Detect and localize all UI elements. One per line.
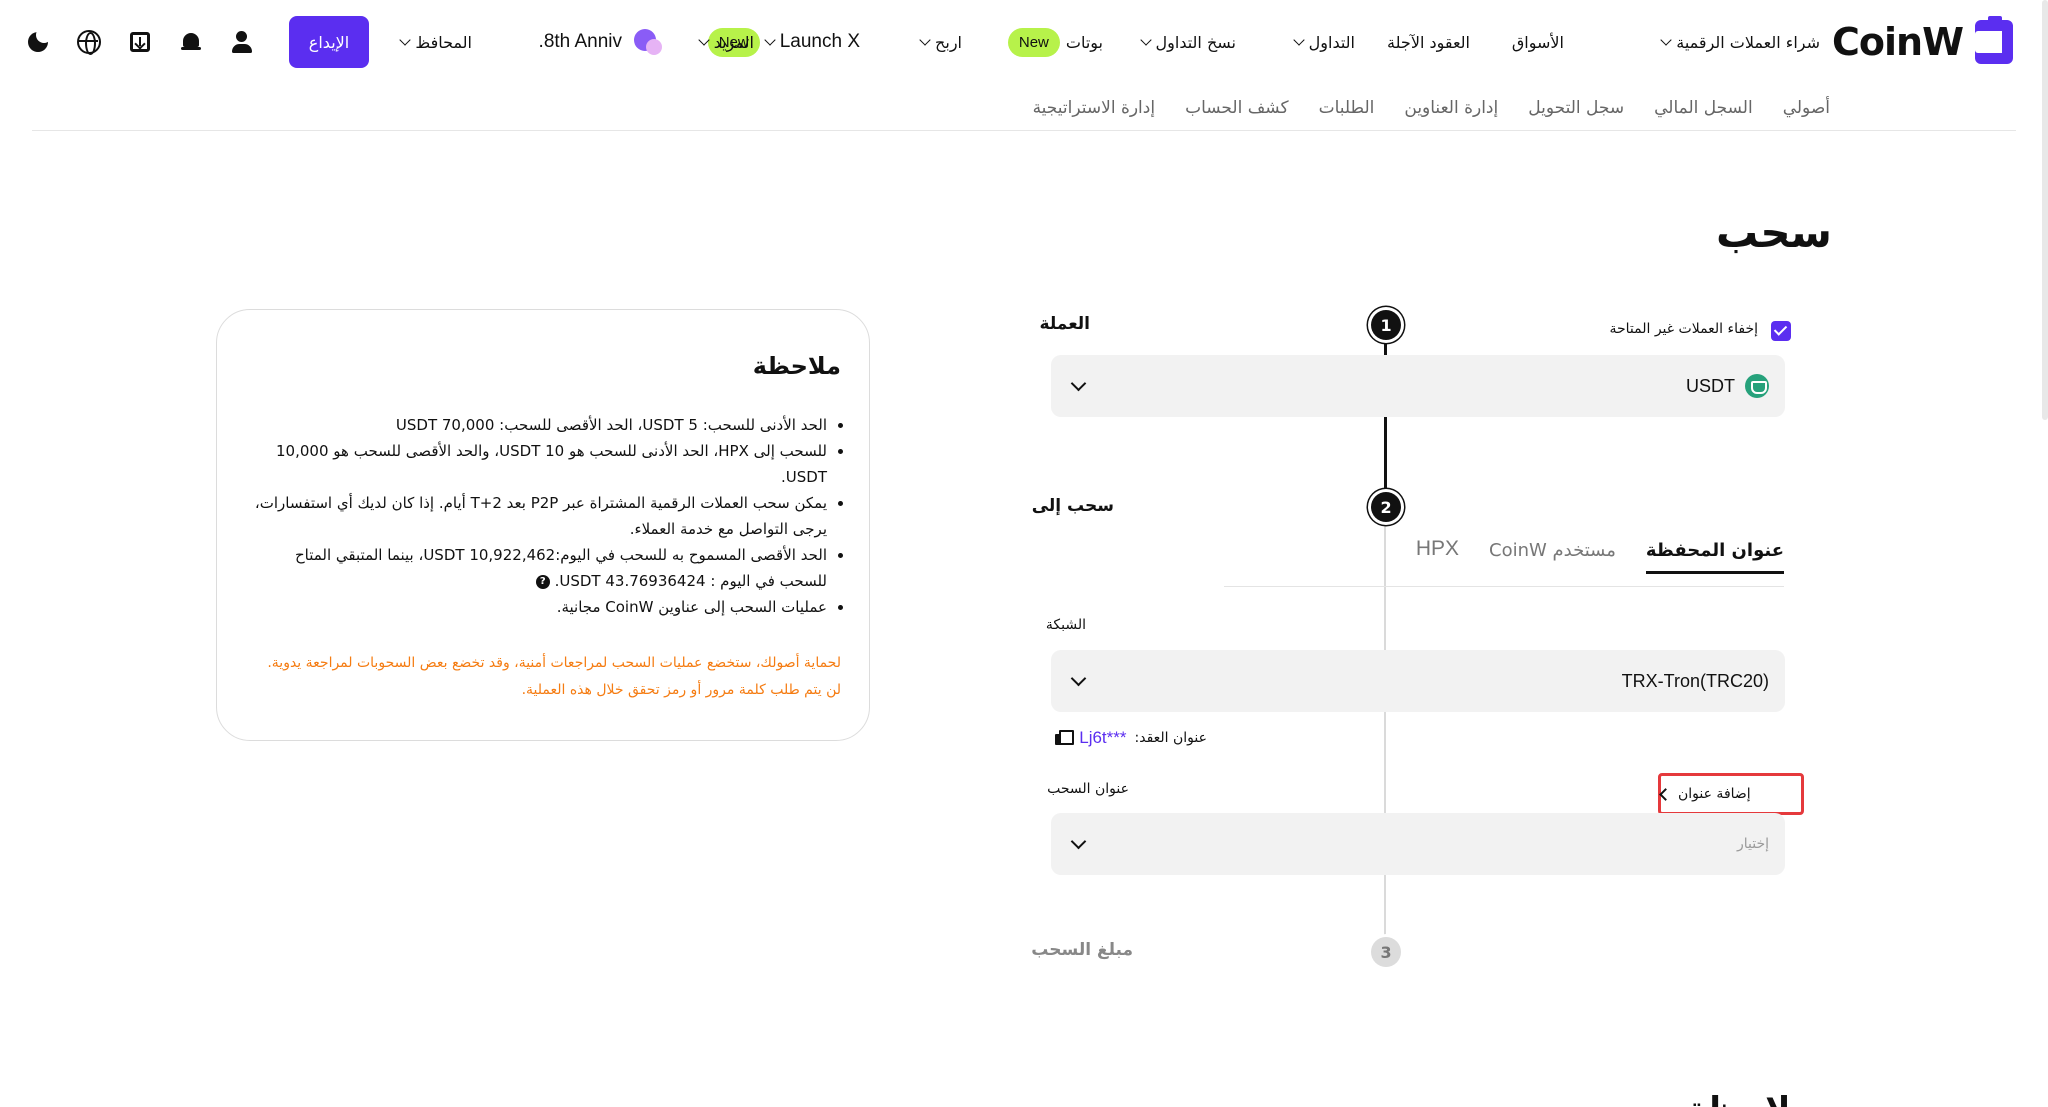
subnav-my-assets[interactable]: أصولي: [1783, 98, 1830, 118]
coin-label: العملة: [1039, 314, 1090, 334]
nav-copy-trading[interactable]: نسخ التداول: [1139, 0, 1236, 84]
nav-buy-crypto-label: شراء العملات الرقمية: [1676, 32, 1820, 52]
contract-address-label: عنوان العقد:: [1134, 730, 1208, 746]
network-select[interactable]: TRX-Tron(TRC20): [1051, 650, 1785, 712]
subnav-financial-history[interactable]: السجل المالي: [1654, 98, 1753, 118]
subnav-address-management[interactable]: إدارة العناوين: [1404, 98, 1498, 118]
note-card: ملاحظة الحد الأدنى للسحب: 5 USDT، الحد ا…: [216, 309, 870, 741]
step-2-indicator: 2: [1371, 492, 1401, 522]
subnav-orders[interactable]: الطلبات: [1319, 98, 1375, 118]
note-item: الحد الأدنى للسحب: 5 USDT، الحد الأقصى ل…: [253, 412, 843, 438]
nav-wallets-label: المحافظ: [415, 32, 472, 52]
usdt-icon: [1745, 374, 1769, 398]
globe-icon[interactable]: [77, 30, 101, 55]
nav-more-label: المزيد: [713, 32, 754, 52]
step-1-indicator: 1: [1371, 310, 1401, 340]
chevron-down-icon: [399, 34, 412, 46]
network-value: TRX-Tron(TRC20): [1621, 670, 1769, 691]
sub-navigation: أصولي السجل المالي سجل التحويل إدارة الع…: [1033, 90, 1830, 126]
nav-earn[interactable]: اربح: [919, 0, 962, 84]
subnav-strategy-management[interactable]: إدارة الاستراتيجية: [1033, 98, 1156, 118]
chevron-left-icon: [1659, 787, 1672, 801]
deposit-button[interactable]: الإيداع: [289, 16, 369, 68]
nav-copy-trading-label: نسخ التداول: [1155, 32, 1236, 52]
chevron-down-icon: [698, 34, 710, 46]
step-3-indicator: 3: [1371, 937, 1401, 967]
chevron-down-icon: [1139, 34, 1152, 46]
brand-name: CoinW: [1832, 20, 1964, 64]
note-item-text: الحد الأقصى المسموح به للسحب في اليوم:10…: [294, 546, 827, 590]
new-badge: New: [1007, 27, 1060, 57]
hide-unavailable-checkbox[interactable]: [1771, 321, 1791, 341]
nav-anniversary[interactable]: 8th Anniv.: [539, 0, 666, 84]
nav-more[interactable]: المزيد: [698, 0, 754, 84]
section-title-partial: ملاحظة: [1687, 1090, 1812, 1107]
coin-select[interactable]: USDT: [1051, 355, 1785, 417]
nav-bots[interactable]: بوتات New: [1007, 0, 1103, 84]
nav-futures-label: العقود الآجلة: [1387, 32, 1470, 52]
help-icon[interactable]: ?: [535, 574, 550, 589]
withdraw-address-select[interactable]: إختيار: [1051, 813, 1785, 875]
page-title: سحب: [1715, 208, 1832, 257]
nav-bots-label: بوتات: [1065, 32, 1103, 52]
nav-trade-label: التداول: [1308, 32, 1355, 52]
note-title: ملاحظة: [752, 352, 841, 380]
coin-name: USDT: [1686, 375, 1735, 396]
tab-wallet-address[interactable]: عنوان المحفظة: [1645, 540, 1784, 574]
note-item: للسحب إلى HPX، الحد الأدنى للسحب هو 10 U…: [253, 438, 843, 490]
hide-unavailable-label: إخفاء العملات غير المتاحة: [1609, 321, 1758, 337]
bell-icon[interactable]: [179, 30, 203, 54]
download-icon[interactable]: [130, 32, 150, 52]
note-item: يمكن سحب العملات الرقمية المشتراة عبر P2…: [253, 490, 843, 542]
contract-address[interactable]: Lj6t***: [1079, 728, 1126, 748]
subnav-transfer-history[interactable]: سجل التحويل: [1528, 98, 1624, 118]
user-icon[interactable]: [230, 30, 254, 54]
note-item: الحد الأقصى المسموح به للسحب في اليوم:10…: [253, 542, 843, 594]
note-item: عمليات السحب إلى عناوين CoinW مجانية.: [253, 594, 843, 620]
security-warning: لحماية أصولك، ستخضع عمليات السحب لمراجعا…: [241, 650, 841, 704]
tabs-divider: [1224, 586, 1784, 587]
withdraw-to-tabs: عنوان المحفظة مستخدم CoinW HPX: [1416, 537, 1784, 574]
nav-wallets[interactable]: المحافظ: [399, 0, 472, 84]
security-warning-line: لحماية أصولك، ستخضع عمليات السحب لمراجعا…: [267, 655, 841, 671]
nav-anniversary-label: 8th Anniv.: [538, 31, 622, 52]
chevron-down-icon: [764, 34, 776, 46]
chevron-down-icon: [919, 34, 931, 46]
nav-trade[interactable]: التداول: [1292, 0, 1355, 84]
divider: [32, 130, 2016, 131]
nav-buy-crypto[interactable]: شراء العملات الرقمية: [1660, 0, 1820, 84]
top-navigation: CoinW شراء العملات الرقمية الأسواق العقو…: [0, 0, 2048, 84]
contract-address-row: عنوان العقد: Lj6t***: [1055, 728, 1207, 748]
nav-markets[interactable]: الأسواق: [1512, 0, 1564, 84]
scrollbar[interactable]: [2042, 0, 2048, 420]
withdraw-address-label: عنوان السحب: [1047, 781, 1129, 797]
chevron-down-icon: [1070, 833, 1087, 849]
copy-icon[interactable]: [1055, 730, 1075, 746]
step-connector: [1384, 522, 1386, 940]
tab-coinw-user[interactable]: مستخدم CoinW: [1489, 540, 1616, 574]
subnav-account-statement[interactable]: كشف الحساب: [1185, 98, 1289, 118]
add-address-button[interactable]: إضافة عنوان: [1658, 773, 1804, 815]
chevron-down-icon: [1660, 34, 1672, 46]
anniversary-icon: [630, 25, 666, 59]
withdraw-to-label: سحب إلى: [1031, 496, 1114, 516]
chevron-down-icon: [1070, 375, 1087, 391]
coinw-logo-icon: [1975, 16, 2013, 64]
tab-hpx[interactable]: HPX: [1416, 537, 1459, 574]
nav-futures[interactable]: العقود الآجلة: [1387, 0, 1470, 84]
coin-select-value: USDT: [1686, 374, 1769, 398]
add-address-label: إضافة عنوان: [1678, 786, 1751, 802]
nav-earn-label: اربح: [935, 32, 962, 52]
coinw-logo[interactable]: CoinW: [1832, 0, 2013, 84]
withdraw-address-placeholder: إختيار: [1736, 836, 1769, 852]
note-list: الحد الأدنى للسحب: 5 USDT، الحد الأقصى ل…: [253, 412, 843, 620]
moon-icon[interactable]: [26, 27, 52, 54]
nav-markets-label: الأسواق: [1511, 32, 1564, 52]
chevron-down-icon: [1070, 670, 1087, 686]
network-label: الشبكة: [1045, 617, 1086, 633]
withdraw-amount-label: مبلغ السحب: [1031, 940, 1133, 960]
security-warning-line: لن يتم طلب كلمة مرور أو رمز تحقق خلال هذ…: [521, 682, 841, 698]
nav-launchx-label: Launch X: [779, 31, 860, 52]
chevron-down-icon: [1292, 34, 1305, 46]
